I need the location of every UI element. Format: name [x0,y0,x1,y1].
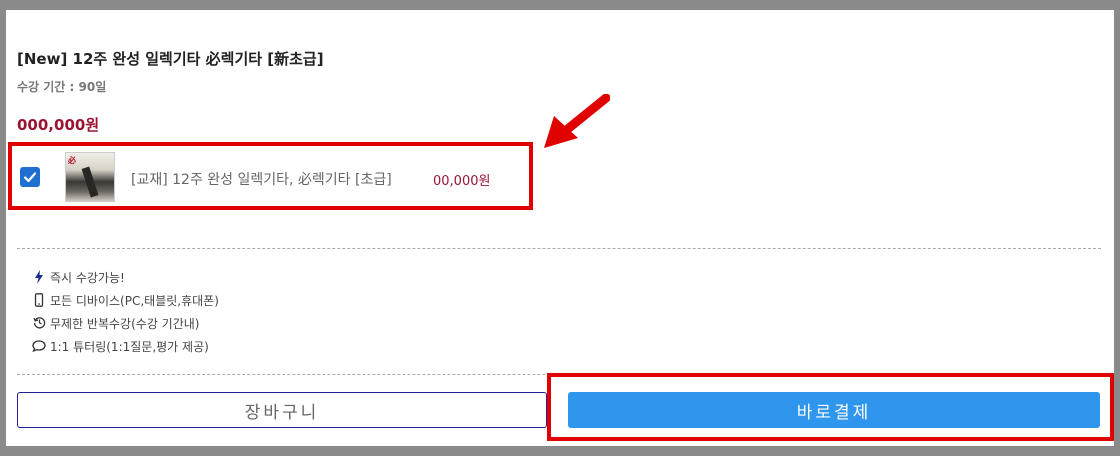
buy-button-highlight-box [547,373,1114,441]
feature-text: 모든 디바이스(PC,태블릿,휴대폰) [50,294,219,308]
feature-list: 즉시 수강가능! 모든 디바이스(PC,태블릿,휴대폰) 무제한 반복수강(수강… [32,266,219,358]
divider-top [17,248,1101,249]
add-to-cart-button[interactable]: 장바구니 [17,392,547,428]
history-icon [32,316,46,331]
feature-text: 무제한 반복수강(수강 기간내) [50,317,200,331]
red-arrow-annotation [544,94,610,148]
chat-icon [32,339,46,354]
lightning-icon [32,269,46,286]
mobile-icon [32,292,46,309]
option-highlight-box [8,142,533,210]
feature-text: 즉시 수강가능! [50,271,125,285]
feature-unlimited: 무제한 반복수강(수강 기간내) [32,312,219,335]
product-price: 000,000원 [17,116,100,134]
feature-devices: 모든 디바이스(PC,태블릿,휴대폰) [32,289,219,312]
course-period: 수강 기간 : 90일 [17,80,107,94]
product-card: [New] 12주 완성 일렉기타 必렉기타 [新초급] 수강 기간 : 90일… [6,10,1114,446]
feature-instant: 즉시 수강가능! [32,266,219,289]
feature-tutoring: 1:1 튜터링(1:1질문,평가 제공) [32,335,219,358]
product-title: [New] 12주 완성 일렉기타 必렉기타 [新초급] [17,50,324,68]
feature-text: 1:1 튜터링(1:1질문,평가 제공) [50,340,209,354]
